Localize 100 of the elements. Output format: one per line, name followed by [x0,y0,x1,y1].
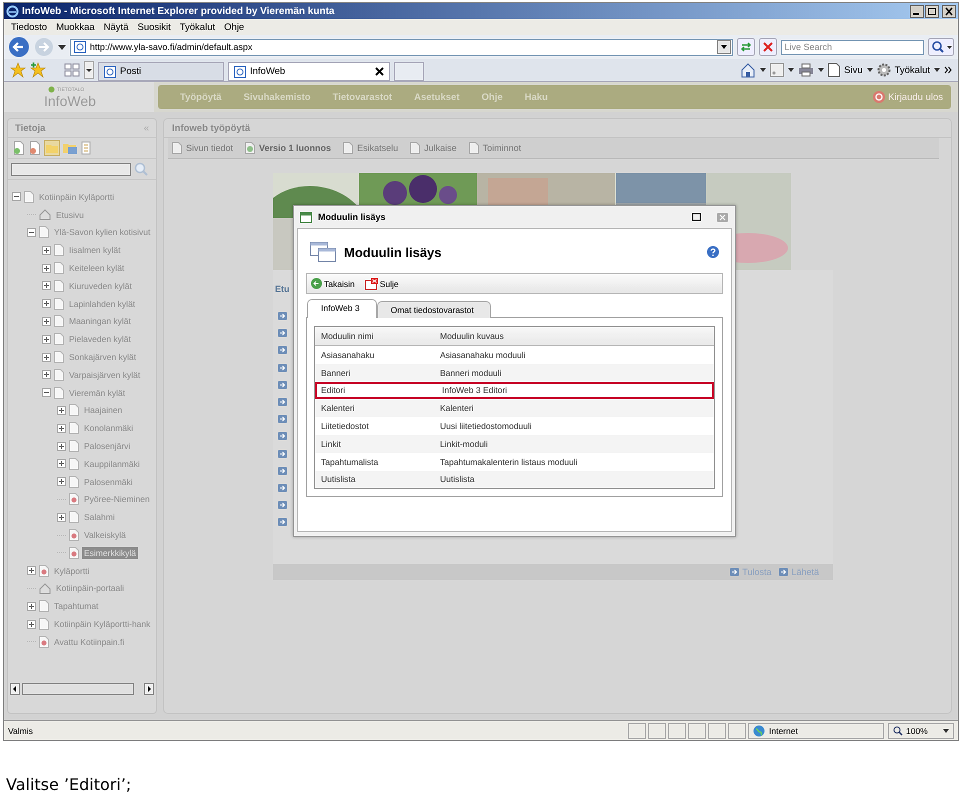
tree-item[interactable]: Salahmi [82,511,117,524]
search-icon[interactable] [928,38,954,56]
tree-item[interactable]: Etusivu [54,208,86,221]
command-menu[interactable]: Sivu [844,64,863,76]
expand-icon[interactable] [27,602,36,611]
chevron-icon[interactable] [944,66,952,74]
dropdown-icon[interactable] [716,40,731,54]
browser-tab[interactable]: Posti [98,62,224,81]
scrollbar-thumb[interactable] [22,683,134,695]
tab[interactable]: InfoWeb 3 [307,299,377,318]
tree-item[interactable]: Lapinlahden kylät [67,298,138,310]
expand-icon[interactable] [27,566,36,576]
expand-icon[interactable] [42,334,51,344]
nav-link[interactable]: Työpöytä [180,92,222,102]
expand-icon[interactable] [42,352,51,362]
tree-item[interactable]: Sonkajärven kylät [67,351,138,364]
back-icon[interactable] [8,36,30,58]
tree-item[interactable]: Pyöree-Nieminen [82,493,152,506]
toolbar-button[interactable]: Toiminnot [468,142,522,154]
menu-item[interactable]: Suosikit [137,22,171,32]
table-row[interactable]: Editori InfoWeb 3 Editori [315,382,714,400]
add-favorite-icon[interactable] [30,62,46,78]
table-row[interactable]: Uutislista Uutislista [315,470,714,488]
stop-icon[interactable] [758,38,777,56]
browser-tab[interactable]: InfoWeb [228,62,390,81]
expand-icon[interactable] [42,246,51,255]
caret-icon[interactable] [866,68,873,72]
footer-link[interactable]: Tulosta [730,567,772,577]
collapse-icon[interactable] [12,192,21,202]
tree-item[interactable]: Kyläportti [52,564,92,577]
expand-icon[interactable] [42,264,51,273]
search-field[interactable] [11,162,131,176]
tree-item[interactable]: Esimerkkikylä [82,546,138,559]
table-row[interactable]: Kalenteri Kalenteri [315,399,714,418]
expand-icon[interactable] [57,477,66,486]
maximize-icon[interactable] [692,213,701,221]
table-row[interactable]: Linkit Linkit-moduli [315,434,714,453]
content-tab[interactable]: Etu [275,284,290,294]
refresh-icon[interactable] [736,38,755,56]
tree-item[interactable]: Varpaisjärven kylät [67,368,142,381]
tree-item[interactable]: Iisalmen kylät [67,244,122,256]
toolbar-button[interactable]: Versio 1 luonnos [245,142,332,154]
star-icon[interactable] [10,62,26,78]
tab[interactable]: Omat tiedostovarastot [376,301,491,318]
expand-icon[interactable] [57,424,66,433]
tree-item[interactable]: Kiuruveden kylät [67,280,134,292]
collapse-icon[interactable] [27,228,36,237]
tree-item[interactable]: Kotiinpäin Kyläportti-hank [52,618,152,630]
tree-item[interactable]: Kotiinpäin-portaali [54,582,126,594]
zoom-control[interactable]: 100% [888,722,954,738]
caret-icon[interactable] [84,61,94,79]
caret-icon[interactable] [788,68,794,72]
expand-icon[interactable] [57,442,66,451]
nav-link[interactable]: Asetukset [414,92,460,102]
nav-link[interactable]: Tietovarastot [332,92,392,102]
close-icon[interactable] [375,67,384,76]
tree-item[interactable]: Palosenmäki [82,476,135,488]
nav-link[interactable]: Haku [524,92,548,102]
horizontal-scrollbar[interactable] [10,683,154,695]
maximize-icon[interactable] [925,4,939,18]
menu-item[interactable]: Näytä [104,22,128,32]
table-row[interactable]: Liitetiedostot Uusi liitetiedostomoduuli [315,417,714,435]
command-menu[interactable]: Työkalut [894,64,930,76]
tree-item[interactable]: Ylä-Savon kylien kotisivut [52,226,152,238]
toolbar-button[interactable]: Sivun tiedot [172,142,234,154]
table-row[interactable]: Banneri Banneri moduuli [315,364,714,382]
tree-item[interactable]: Vieremän kylät [67,386,128,399]
expand-icon[interactable] [57,406,66,415]
expand-icon[interactable] [57,459,66,468]
home-icon[interactable] [740,62,756,78]
tree-item[interactable]: Konolanmäki [82,422,136,434]
menu-item[interactable]: Ohje [224,22,244,32]
table-row[interactable]: Asiasanahaku Asiasanahaku moduuli [315,346,714,364]
toolbar-button[interactable]: Esikatselu [343,142,398,154]
tree-item[interactable]: Haajainen [82,404,124,416]
logout-link[interactable]: Kirjaudu ulos [873,91,943,103]
tree-item[interactable]: Valkeiskylä [82,529,128,542]
scroll-left-icon[interactable] [10,683,20,695]
help-icon[interactable] [707,246,719,258]
tree-item[interactable]: Palosenjärvi [82,440,132,452]
expand-icon[interactable] [42,316,51,326]
nav-link[interactable]: Ohje [482,92,503,102]
toolbar-button[interactable]: Sulje [364,278,399,290]
toolbar-button[interactable]: Takaisin [311,278,355,289]
tree-item[interactable]: Kotiinpäin Kyläportti [37,190,116,203]
tree-item[interactable]: Maaningan kylät [67,315,133,328]
expand-icon[interactable] [27,620,36,629]
printer-icon[interactable] [798,63,814,77]
tree-item[interactable]: Pielaveden kylät [67,333,133,346]
scroll-right-icon[interactable] [144,683,154,695]
table-row[interactable]: Tapahtumalista Tapahtumakalenterin listaus moduuli [315,452,714,471]
caret-icon[interactable] [818,68,824,72]
expand-icon[interactable] [57,512,66,522]
toolbar-button[interactable]: Julkaise [410,142,457,154]
tree-item[interactable]: Avattu Kotiinpain.fi [52,636,126,648]
caret-icon[interactable] [58,44,66,50]
address-field[interactable]: http://www.yla-savo.fi/admin/default.aspx [70,38,733,56]
menu-item[interactable]: Tiedosto [11,22,48,32]
tree-item[interactable]: Tapahtumat [52,600,100,612]
menu-item[interactable]: Muokkaa [56,22,95,32]
